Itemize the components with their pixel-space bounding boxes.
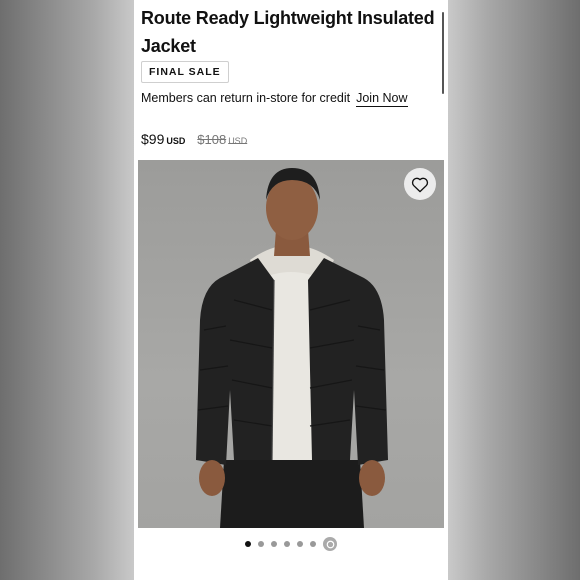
gallery-dot[interactable] bbox=[258, 541, 264, 547]
product-page: Route Ready Lightweight Insulated Jacket… bbox=[134, 0, 448, 580]
gallery-dot[interactable] bbox=[245, 541, 251, 547]
current-price: $99 bbox=[141, 131, 165, 147]
join-now-link[interactable]: Join Now bbox=[356, 91, 408, 107]
original-price-value: $108 bbox=[197, 132, 227, 147]
backdrop-right bbox=[448, 0, 580, 580]
original-price: $108 USD bbox=[197, 132, 247, 147]
members-text: Members can return in-store for credit bbox=[141, 91, 351, 105]
model-illustration bbox=[196, 168, 388, 528]
price-row: $99 USD $108 USD bbox=[141, 131, 247, 147]
current-price-currency: USD bbox=[166, 136, 186, 146]
heart-icon bbox=[411, 177, 429, 192]
favorite-button[interactable] bbox=[404, 168, 436, 200]
gallery-dot[interactable] bbox=[284, 541, 290, 547]
original-price-currency: USD bbox=[228, 136, 248, 146]
gallery-dot[interactable] bbox=[271, 541, 277, 547]
product-title: Route Ready Lightweight Insulated Jacket bbox=[141, 8, 435, 56]
view-360-icon bbox=[326, 540, 334, 548]
gallery-pagination bbox=[134, 536, 448, 552]
gallery-dot[interactable] bbox=[297, 541, 303, 547]
scrollbar[interactable] bbox=[442, 12, 444, 94]
gallery-dot[interactable] bbox=[310, 541, 316, 547]
view-360-button[interactable] bbox=[323, 537, 337, 551]
product-image[interactable] bbox=[138, 160, 444, 528]
members-return-note: Members can return in-store for credit Jo… bbox=[141, 91, 408, 107]
final-sale-badge: FINAL SALE bbox=[141, 61, 229, 83]
backdrop-left bbox=[0, 0, 134, 580]
